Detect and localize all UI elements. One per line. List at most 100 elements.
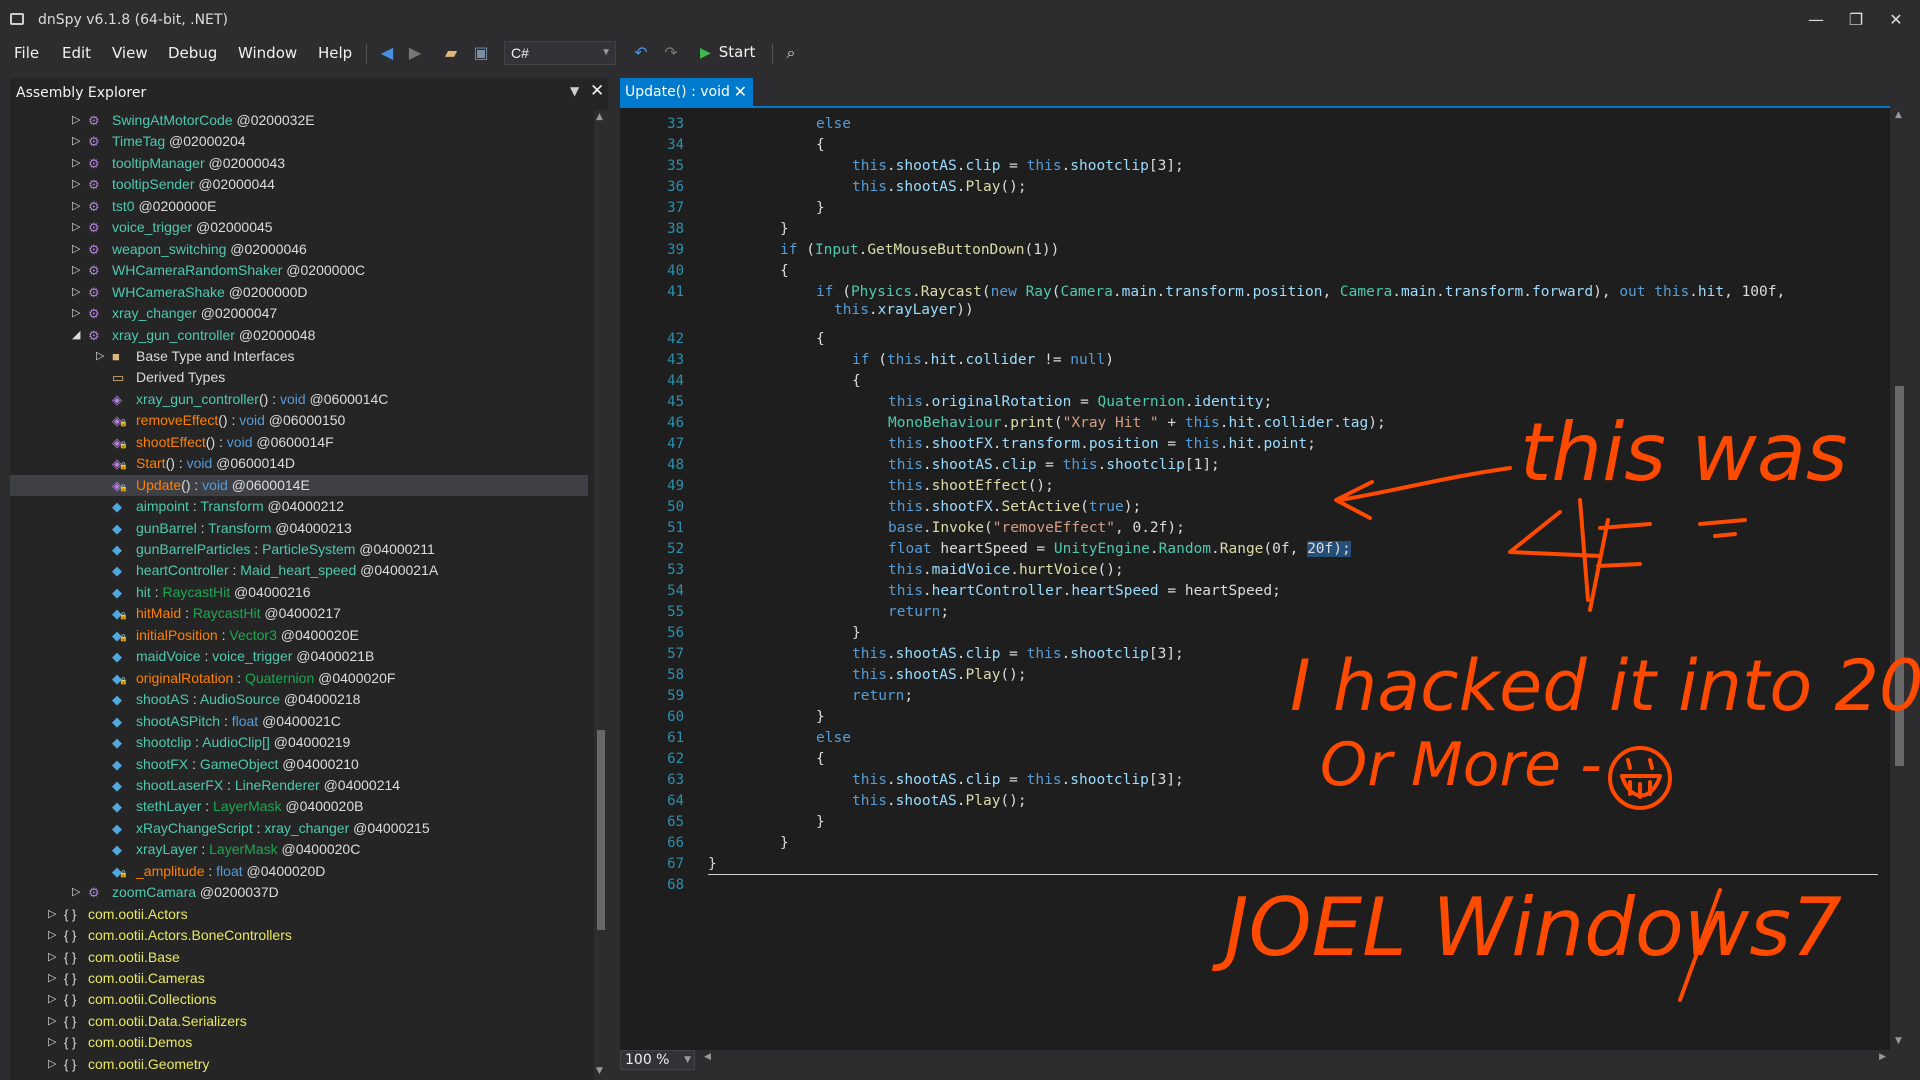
code-line[interactable]: 55 return; [620, 602, 1880, 623]
code-line[interactable]: 44 { [620, 371, 1880, 392]
back-icon[interactable]: ◀ [376, 42, 398, 64]
scroll-left-icon[interactable]: ◀ [704, 1052, 711, 1062]
expand-arrow-icon[interactable]: ▷ [72, 260, 80, 281]
code-line[interactable]: 39 if (Input.GetMouseButtonDown(1)) [620, 240, 1880, 261]
start-button[interactable]: ▶ Start [700, 43, 755, 61]
expand-arrow-icon[interactable]: ▷ [48, 1011, 56, 1032]
code-line[interactable]: 35 this.shootAS.clip = this.shootclip[3]; [620, 156, 1880, 177]
code-line[interactable]: 50 this.shootFX.SetActive(true); [620, 497, 1880, 518]
tree-item[interactable]: ▷ ⚙ tooltipSender @02000044 [10, 174, 588, 195]
tree-item[interactable]: ◆ aimpoint : Transform @04000212 [10, 496, 588, 517]
editor-scroll-thumb[interactable] [1895, 386, 1904, 766]
code-line[interactable]: 58 this.shootAS.Play(); [620, 665, 1880, 686]
editor-scrollbar[interactable]: ▲ ▼ [1890, 106, 1910, 1050]
tree-item[interactable]: ◆ xrayLayer : LayerMask @0400020C [10, 839, 588, 860]
tree-item[interactable]: ▷ ⚙ WHCameraShake @0200000D [10, 282, 588, 303]
tree-item[interactable]: ▷ ⚙ tooltipManager @02000043 [10, 153, 588, 174]
code-line[interactable]: 40 { [620, 261, 1880, 282]
code-line[interactable]: 54 this.heartController.heartSpeed = hear… [620, 581, 1880, 602]
menu-edit[interactable]: Edit [62, 44, 91, 62]
open-folder-icon[interactable]: ▰ [440, 42, 462, 64]
tree-item[interactable]: ◈ 🔒 Update() : void @0600014E [10, 474, 588, 496]
code-line[interactable]: 64 this.shootAS.Play(); [620, 791, 1880, 812]
expand-arrow-icon[interactable]: ▷ [72, 110, 80, 131]
code-line[interactable]: 63 this.shootAS.clip = this.shootclip[3]; [620, 770, 1880, 791]
code-line[interactable]: 49 this.shootEffect(); [620, 476, 1880, 497]
tree-item[interactable]: ◆ 🔒 hitMaid : RaycastHit @04000217 [10, 603, 588, 624]
menu-window[interactable]: Window [238, 44, 297, 62]
code-line[interactable]: 43 if (this.hit.collider != null) [620, 350, 1880, 371]
tree-item[interactable]: ▷ { } com.ootii.Collections [10, 989, 588, 1010]
code-line[interactable]: 68 [620, 875, 1880, 896]
code-line[interactable]: 33 else [620, 114, 1880, 135]
tree-item[interactable]: ▷ ⚙ voice_trigger @02000045 [10, 217, 588, 238]
expand-arrow-icon[interactable]: ▷ [48, 904, 56, 925]
tree-item[interactable]: ◈ 🔒 shootEffect() : void @0600014F [10, 432, 588, 453]
code-line[interactable]: 62 { [620, 749, 1880, 770]
tree-item[interactable]: ▷ { } com.ootii.Base [10, 947, 588, 968]
tree-item[interactable]: ◆ stethLayer : LayerMask @0400020B [10, 796, 588, 817]
tab-update[interactable]: Update() : void ✕ [620, 78, 753, 106]
code-line[interactable]: 47 this.shootFX.transform.position = this… [620, 434, 1880, 455]
tree-item[interactable]: ◆ shootFX : GameObject @04000210 [10, 754, 588, 775]
minimize-button[interactable]: — [1800, 8, 1832, 32]
expand-arrow-icon[interactable]: ▷ [72, 196, 80, 217]
scroll-up-icon[interactable]: ▲ [596, 112, 603, 122]
code-line[interactable]: 66} [620, 833, 1880, 854]
code-line[interactable]: 52 float heartSpeed = UnityEngine.Random.… [620, 539, 1880, 560]
code-line[interactable]: 51 base.Invoke("removeEffect", 0.2f); [620, 518, 1880, 539]
tree-item[interactable]: ▷ ■ Base Type and Interfaces [10, 346, 588, 367]
tree-item[interactable]: ◆ shootAS : AudioSource @04000218 [10, 689, 588, 710]
code-line[interactable]: 56} [620, 623, 1880, 644]
menu-view[interactable]: View [112, 44, 148, 62]
expand-arrow-icon[interactable]: ▷ [72, 131, 80, 152]
code-line[interactable]: 38} [620, 219, 1880, 240]
menu-help[interactable]: Help [318, 44, 352, 62]
scroll-up-icon[interactable]: ▲ [1895, 110, 1902, 120]
maximize-button[interactable]: ❐ [1840, 8, 1872, 32]
code-line[interactable]: 60} [620, 707, 1880, 728]
explorer-scroll-thumb[interactable] [597, 730, 605, 930]
menu-file[interactable]: File [14, 44, 39, 62]
expand-arrow-icon[interactable]: ▷ [48, 1075, 56, 1080]
expand-arrow-icon[interactable]: ▷ [48, 947, 56, 968]
expand-arrow-icon[interactable]: ▷ [48, 1054, 56, 1075]
tree-item[interactable]: ◆ gunBarrelParticles : ParticleSystem @04… [10, 539, 588, 560]
menu-debug[interactable]: Debug [168, 44, 217, 62]
code-view[interactable]: 33 else 34{35 this.shootAS.clip = this.shoo… [620, 108, 1890, 1038]
tree-item[interactable]: ▷ { } com.ootii.Actors.BoneControllers [10, 925, 588, 946]
scroll-right-icon[interactable]: ▶ [1879, 1052, 1886, 1062]
tree-item[interactable]: ▷ { } com.ootii.Data.Serializers [10, 1011, 588, 1032]
expand-arrow-icon[interactable]: ▷ [72, 282, 80, 303]
tree-item[interactable]: ◆ 🔒 _amplitude : float @0400020D [10, 861, 588, 882]
tree-item[interactable]: ◆ gunBarrel : Transform @04000213 [10, 518, 588, 539]
code-line[interactable]: 42 { [620, 329, 1880, 350]
tree-item[interactable]: ◆ 🔒 initialPosition : Vector3 @0400020E [10, 625, 588, 646]
editor-hscrollbar[interactable]: ◀ ▶ [700, 1050, 1890, 1070]
code-line[interactable]: 65} [620, 812, 1880, 833]
expand-arrow-icon[interactable]: ▷ [96, 346, 104, 367]
open-list-icon[interactable]: ▣ [470, 42, 492, 64]
expand-arrow-icon[interactable]: ▷ [72, 239, 80, 260]
code-line[interactable]: 67} [620, 854, 1880, 875]
expand-arrow-icon[interactable]: ▷ [72, 174, 80, 195]
tree-item[interactable]: ▷ { } com.ootii.Geometry [10, 1054, 588, 1075]
code-line[interactable]: 37} [620, 198, 1880, 219]
tree-item[interactable]: ▷ { } com.ootii.Demos [10, 1032, 588, 1053]
forward-icon[interactable]: ▶ [404, 42, 426, 64]
tree-item[interactable]: ▷ ⚙ TimeTag @02000204 [10, 131, 588, 152]
code-line[interactable]: 61 else [620, 728, 1880, 749]
search-icon[interactable]: ⌕ [780, 42, 802, 64]
tree-item[interactable]: ▷ ⚙ WHCameraRandomShaker @0200000C [10, 260, 588, 281]
collapse-arrow-icon[interactable]: ◢ [72, 325, 80, 346]
tree-item[interactable]: ◆ heartController : Maid_heart_speed @040… [10, 560, 588, 581]
close-button[interactable]: ✕ [1880, 8, 1912, 32]
tree-item[interactable]: ◆ xRayChangeScript : xray_changer @040002… [10, 818, 588, 839]
code-line[interactable]: 45 this.originalRotation = Quaternion.ide… [620, 392, 1880, 413]
tree-item[interactable]: ▷ ⚙ xray_changer @02000047 [10, 303, 588, 324]
undo-icon[interactable]: ↶ [630, 42, 652, 64]
expand-arrow-icon[interactable]: ▷ [48, 925, 56, 946]
scroll-down-icon[interactable]: ▼ [1895, 1036, 1902, 1046]
close-icon[interactable]: ✕ [590, 81, 604, 101]
close-icon[interactable]: ✕ [734, 78, 747, 106]
